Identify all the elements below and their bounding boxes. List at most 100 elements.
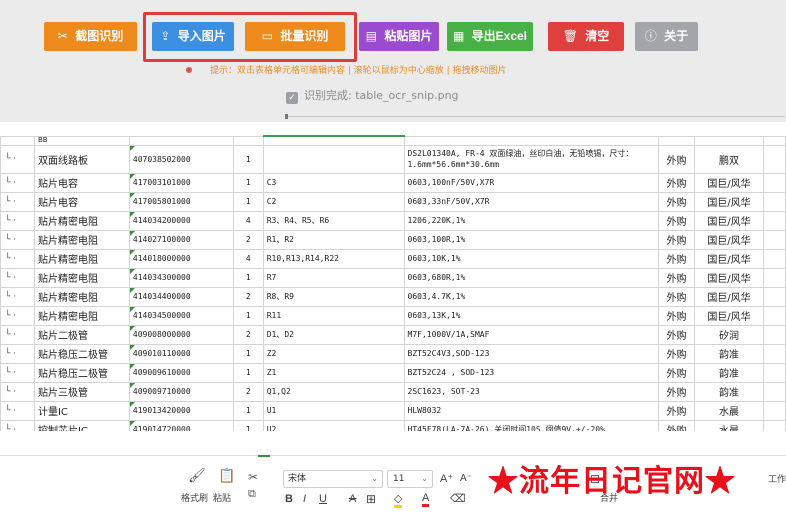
about-button[interactable]: ⓘ 关于 [635,22,698,51]
source-cell[interactable]: 外购 [658,362,696,383]
name-cell[interactable]: 贴片三极管 [33,381,130,402]
table-cell[interactable]: BB [33,135,130,146]
source-cell[interactable]: 外购 [658,286,696,307]
code-cell[interactable]: 419014720000 [128,419,234,431]
source-cell[interactable]: 外购 [658,248,696,269]
quantity-cell[interactable]: 2 [232,381,264,402]
export-excel-button[interactable]: ▦ 导出Excel [447,22,533,51]
name-cell[interactable]: 计量IC [33,400,130,421]
reference-cell[interactable]: C3 [262,172,405,193]
reference-cell[interactable]: R7 [262,267,405,288]
quantity-cell[interactable]: 4 [232,248,264,269]
underline-icon[interactable]: U [319,493,327,505]
spec-cell[interactable]: 0603,680R,1% [403,267,660,288]
code-cell[interactable]: 417003101000 [128,172,234,193]
empty-cell[interactable] [762,400,786,421]
source-cell[interactable]: 外购 [658,191,696,212]
name-cell[interactable]: 贴片精密电阻 [33,248,130,269]
quantity-cell[interactable]: 1 [232,343,264,364]
reference-cell[interactable]: U1 [262,400,405,421]
table-cell[interactable] [694,135,764,146]
empty-cell[interactable] [762,362,786,383]
tree-indicator-cell[interactable]: └ · [0,362,35,383]
reference-cell[interactable]: D1、D2 [262,324,405,345]
grow-font-icon[interactable]: A⁺ [440,472,453,485]
reference-cell[interactable]: R10,R13,R14,R22 [262,248,405,269]
empty-cell[interactable] [762,210,786,231]
table-cell[interactable] [658,135,696,146]
reference-cell[interactable]: R1、R2 [262,229,405,250]
brand-cell[interactable]: 韵准 [694,362,764,383]
clipboard-icon[interactable]: 📋 [218,468,235,484]
reference-cell[interactable]: Z2 [262,343,405,364]
source-cell[interactable]: 外购 [658,381,696,402]
tree-indicator-cell[interactable]: └ · [0,144,35,174]
fill-color-icon[interactable]: ◇ [394,492,403,508]
code-cell[interactable]: 409009710000 [128,381,234,402]
spec-cell[interactable]: 0603,10K,1% [403,248,660,269]
name-cell[interactable]: 贴片精密电阻 [33,267,130,288]
empty-cell[interactable] [762,286,786,307]
source-cell[interactable]: 外购 [658,305,696,326]
tree-indicator-cell[interactable]: └ · [0,286,35,307]
code-cell[interactable]: 419013420000 [128,400,234,421]
empty-cell[interactable] [762,419,786,431]
spec-cell[interactable]: HT45F78(LA-7A-26),关闭时间10S,阈值9V,+/-20% [403,419,660,431]
brand-cell[interactable]: 国巨/风华 [694,210,764,231]
brand-cell[interactable]: 国巨/风华 [694,229,764,250]
source-cell[interactable]: 外购 [658,419,696,431]
spec-cell[interactable]: DS2L01340A, FR-4 双面绿油，丝印白油，无铅喷锡，尺寸：1.6mm… [403,144,660,174]
source-cell[interactable]: 外购 [658,343,696,364]
quantity-cell[interactable]: 1 [232,144,264,174]
source-cell[interactable]: 外购 [658,172,696,193]
code-cell[interactable]: 414018000000 [128,248,234,269]
code-cell[interactable]: 409009610000 [128,362,234,383]
tree-indicator-cell[interactable]: └ · [0,343,35,364]
name-cell[interactable]: 贴片电容 [33,172,130,193]
name-cell[interactable]: 贴片稳压二极管 [33,343,130,364]
table-cell[interactable] [403,135,660,146]
quantity-cell[interactable]: 2 [232,324,264,345]
brand-cell[interactable]: 水晨 [694,419,764,431]
quantity-cell[interactable]: 1 [232,400,264,421]
paste-image-button[interactable]: ▤ 粘贴图片 [359,22,439,51]
code-cell[interactable]: 414034500000 [128,305,234,326]
brand-cell[interactable]: 国巨/风华 [694,305,764,326]
empty-cell[interactable] [762,229,786,250]
font-size-select[interactable]: 11 ⌄ [387,470,433,488]
empty-cell[interactable] [762,324,786,345]
tree-indicator-cell[interactable]: └ · [0,324,35,345]
tree-indicator-cell[interactable]: └ · [0,381,35,402]
spec-cell[interactable]: BZT52C24 , SOD-123 [403,362,660,383]
source-cell[interactable]: 外购 [658,324,696,345]
source-cell[interactable]: 外购 [658,144,696,174]
spec-cell[interactable]: HLW8032 [403,400,660,421]
source-cell[interactable]: 外购 [658,267,696,288]
border-icon[interactable]: ⊞ [366,492,376,506]
code-cell[interactable]: 409008000000 [128,324,234,345]
name-cell[interactable]: 贴片精密电阻 [33,229,130,250]
tree-indicator-cell[interactable]: └ · [0,267,35,288]
font-color-icon[interactable]: A [422,492,430,507]
spec-cell[interactable]: 0603,4.7K,1% [403,286,660,307]
table-cell[interactable] [128,135,234,146]
empty-cell[interactable] [762,305,786,326]
strikethrough-icon[interactable]: A [349,493,356,505]
reference-cell[interactable]: C2 [262,191,405,212]
source-cell[interactable]: 外购 [658,400,696,421]
eraser-icon[interactable]: ⌫ [450,492,466,505]
tree-indicator-cell[interactable]: └ · [0,419,35,431]
brand-cell[interactable]: 矽润 [694,324,764,345]
quantity-cell[interactable]: 1 [232,267,264,288]
snip-recognize-button[interactable]: ✂ 截图识别 [44,22,137,51]
brand-cell[interactable]: 水晨 [694,400,764,421]
empty-cell[interactable] [762,343,786,364]
quantity-cell[interactable]: 1 [232,305,264,326]
name-cell[interactable]: 贴片二极管 [33,324,130,345]
brand-cell[interactable]: 韵准 [694,381,764,402]
reference-cell[interactable]: Q1,Q2 [262,381,405,402]
spec-cell[interactable]: 0603,13K,1% [403,305,660,326]
italic-icon[interactable]: I [303,493,306,505]
code-cell[interactable]: 409010110000 [128,343,234,364]
spec-cell[interactable]: 0603,33nF/50V,X7R [403,191,660,212]
